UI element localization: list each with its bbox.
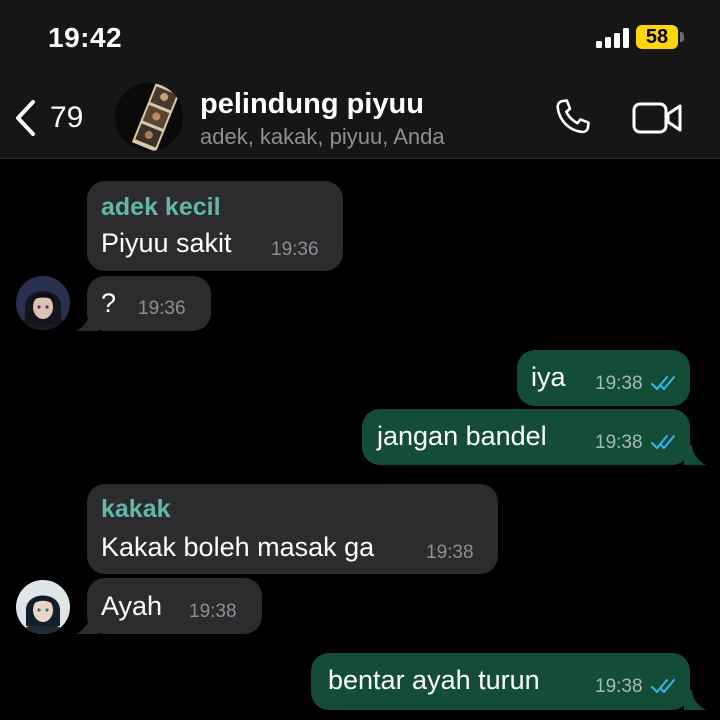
message-time: 19:38 [426, 542, 474, 563]
video-call-button[interactable] [632, 100, 684, 136]
sender-avatar[interactable] [16, 276, 70, 330]
phone-icon [556, 99, 590, 134]
message-text: Piyuu sakit [101, 228, 232, 258]
message-time: 19:36 [138, 298, 186, 319]
status-bar: 19:42 58 [0, 0, 720, 78]
sender-avatar[interactable] [16, 580, 70, 634]
chat-header: 79 pelindung piyuu adek, kakak, piyuu, A… [0, 78, 720, 159]
message-time: 19:36 [271, 239, 319, 260]
voice-call-button[interactable] [550, 96, 594, 140]
group-photo-image [115, 83, 183, 151]
message-bubble[interactable]: jangan bandel 19:38 [362, 409, 690, 465]
read-receipt-icon [651, 376, 675, 390]
message-text: iya [531, 362, 566, 392]
message-time: 19:38 [595, 676, 643, 697]
group-avatar[interactable] [115, 83, 183, 151]
message-text: jangan bandel [377, 421, 547, 451]
avatar-image [16, 580, 70, 634]
message-bubble[interactable]: iya 19:38 [517, 350, 690, 406]
message-text: Ayah [101, 591, 163, 621]
video-camera-icon [632, 102, 682, 134]
group-members: adek, kakak, piyuu, Anda [200, 124, 445, 149]
group-name[interactable]: pelindung piyuu [200, 88, 424, 121]
back-button[interactable]: 79 [14, 92, 104, 144]
message-bubble[interactable]: ? 19:36 [87, 276, 211, 331]
message-bubble[interactable]: adek kecil Piyuu sakit 19:36 [87, 181, 343, 271]
sender-name[interactable]: adek kecil [101, 193, 221, 222]
chevron-left-icon [16, 100, 35, 136]
sender-name[interactable]: kakak [101, 495, 171, 524]
status-time: 19:42 [48, 22, 123, 53]
chat-screen: 19:42 58 79 pelindung piyuu adek, kakak,… [0, 0, 720, 720]
message-bubble[interactable]: Ayah 19:38 [87, 578, 262, 634]
signal-icon [596, 28, 630, 48]
unread-count: 79 [50, 101, 84, 134]
read-receipt-icon [651, 435, 675, 449]
message-time: 19:38 [189, 601, 237, 622]
message-text: ? [101, 288, 117, 318]
message-time: 19:38 [595, 373, 643, 394]
message-bubble[interactable]: bentar ayah turun 19:38 [311, 653, 690, 710]
battery-icon: 58 [636, 25, 678, 49]
message-text: Kakak boleh masak ga [101, 532, 375, 562]
avatar-image [16, 276, 70, 330]
battery-tip [680, 32, 684, 42]
message-bubble[interactable]: kakak Kakak boleh masak ga 19:38 [87, 484, 498, 574]
read-receipt-icon [651, 679, 675, 693]
message-time: 19:38 [595, 432, 643, 453]
message-text: bentar ayah turun [328, 665, 540, 695]
